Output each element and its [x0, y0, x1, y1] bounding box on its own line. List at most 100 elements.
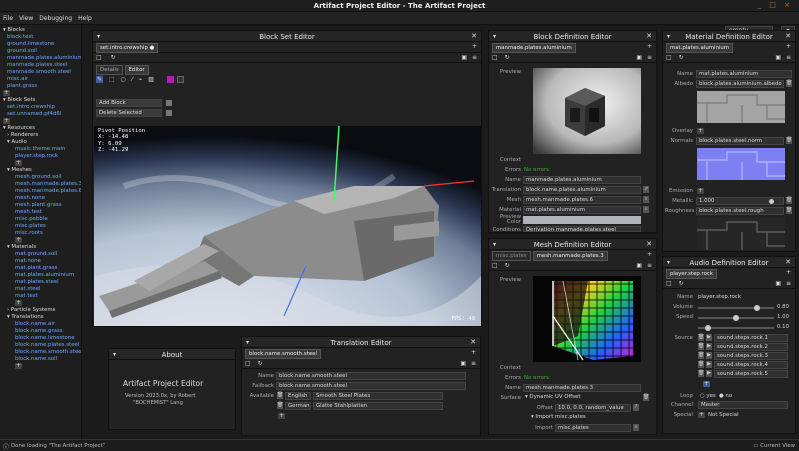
reload-icon[interactable]: ↻ — [679, 280, 684, 287]
save-icon[interactable]: ▣ — [460, 360, 466, 367]
speed-slider[interactable] — [698, 315, 774, 321]
tree-item-translation[interactable]: block.name.limestone — [3, 335, 78, 342]
tree-item-block[interactable]: ground.soil — [3, 48, 78, 55]
tree-item-block[interactable]: misc.air — [3, 76, 78, 83]
window-controls[interactable]: _ □ × — [758, 1, 793, 9]
current-view-label[interactable]: ▭ Current View — [753, 443, 795, 449]
add-tab-icon[interactable]: + — [786, 43, 791, 50]
new-icon[interactable]: □ — [666, 280, 672, 287]
albedo-texture[interactable] — [697, 91, 785, 123]
tab-details[interactable]: Details — [96, 65, 123, 75]
new-icon[interactable]: □ — [666, 54, 672, 61]
tree-item-mesh[interactable]: mesh.none — [3, 195, 78, 202]
search-icon[interactable]: ⌕ — [643, 206, 649, 213]
tree-item-material[interactable]: mat.plant.grass — [3, 265, 78, 272]
menu-view[interactable]: View — [16, 12, 36, 25]
name-field[interactable]: manmade.plates.aluminium — [523, 176, 641, 184]
add-tab-icon[interactable]: + — [786, 269, 791, 276]
remove-lang-icon[interactable]: 🗑 — [277, 392, 283, 399]
select-tool-icon[interactable]: ⬚ — [109, 76, 115, 83]
close-icon[interactable]: ✕ — [785, 258, 791, 266]
volume-slider[interactable] — [698, 305, 774, 311]
play-source-icon[interactable]: ▶ — [706, 334, 712, 341]
variation-slider[interactable] — [698, 325, 774, 331]
viewport-3d[interactable]: Pivot Position X: -14.48 Y: 6.09 Z: -41.… — [94, 126, 481, 326]
tree-resources-head[interactable]: ▾ Resources — [3, 125, 78, 132]
tree-item-material[interactable]: mat.steel — [3, 286, 78, 293]
tree-item-translation[interactable]: block.name.smooth.steel — [3, 349, 81, 356]
add-tab-icon[interactable]: + — [472, 43, 477, 50]
add-source-button[interactable]: + — [703, 381, 710, 387]
fill-tool-icon[interactable]: ▨ — [148, 76, 154, 83]
roughness-texture[interactable] — [697, 218, 785, 250]
save-icon[interactable]: ▣ — [775, 280, 781, 287]
tree-item-blockset[interactable]: set.unnamed.pf4d6l — [3, 111, 78, 118]
tree-blocksets-head[interactable]: ▾ Block Sets — [3, 97, 78, 104]
delete-source-icon[interactable]: 🗑 — [698, 343, 704, 350]
play-source-icon[interactable]: ▶ — [706, 361, 712, 368]
source-field[interactable]: sound.steps.rock.1 — [714, 334, 788, 342]
menu-icon[interactable]: ≡ — [786, 54, 791, 61]
close-icon[interactable]: ✕ — [785, 32, 791, 40]
add-tab-icon[interactable]: + — [647, 43, 652, 50]
close-icon[interactable]: ✕ — [646, 32, 652, 40]
albedo-field[interactable]: block.plates.aluminium.albedo — [696, 80, 784, 88]
delete-source-icon[interactable]: 🗑 — [698, 334, 704, 341]
tree-item-material[interactable]: mat.plates.steel — [3, 279, 78, 286]
add-tab-icon[interactable]: + — [647, 251, 652, 258]
add-special-button[interactable]: + — [698, 412, 705, 418]
delete-icon[interactable]: 🗑 — [786, 137, 792, 144]
tree-item-block[interactable]: manmade.plates.aluminium — [3, 55, 81, 62]
menu-icon[interactable]: ≡ — [472, 54, 477, 61]
tree-item-audio[interactable]: player.step.rock — [3, 153, 78, 160]
source-field[interactable]: sound.steps.rock.5 — [714, 370, 788, 378]
normals-field[interactable]: block.plates.steel.norm — [696, 137, 784, 145]
source-field[interactable]: sound.steps.rock.2 — [714, 343, 788, 351]
tree-item-block[interactable]: manmade.plates.steel — [3, 62, 78, 69]
name-field[interactable]: mesh.manmade.plates.3 — [523, 384, 641, 392]
add-language-button[interactable]: + — [278, 413, 285, 419]
loop-yes[interactable]: ○ yes — [700, 393, 716, 399]
name-field[interactable]: block.name.smooth.steel — [276, 372, 466, 380]
menu-icon[interactable]: ≡ — [471, 360, 476, 367]
blockset-tab[interactable]: set.intro.crewship ● — [96, 43, 159, 53]
delete-icon[interactable]: 🗑 — [786, 197, 792, 204]
tree-item-block[interactable]: ground.limestone — [3, 41, 78, 48]
new-icon[interactable]: □ — [492, 262, 498, 269]
tree-item-block[interactable]: block.test — [3, 34, 78, 41]
metallic-slider[interactable]: 1.000 — [696, 197, 784, 205]
tree-item-mesh[interactable]: mesh.plant.grass — [3, 202, 78, 209]
tree-item-translation[interactable]: block.name.air — [3, 321, 78, 328]
tree-item-mesh[interactable]: misc.plates — [3, 223, 78, 230]
tree-item-translation[interactable]: block.name.soil — [3, 356, 78, 363]
delete-icon[interactable]: 🗑 — [786, 80, 792, 87]
meshdef-tab[interactable]: mesh.manmade.plates.3 — [532, 251, 608, 261]
speed-knob[interactable] — [733, 315, 739, 321]
circle-tool-icon[interactable]: ○ — [121, 76, 126, 83]
save-icon[interactable]: ▣ — [636, 262, 642, 269]
new-icon[interactable]: □ — [492, 54, 498, 61]
pencil-tool-icon[interactable]: ✎ — [96, 76, 104, 83]
new-icon[interactable]: □ — [245, 360, 251, 367]
delete-source-icon[interactable]: 🗑 — [698, 352, 704, 359]
reload-icon[interactable]: ↻ — [679, 54, 684, 61]
tree-item-mesh[interactable]: mesh.ground.soil — [3, 174, 78, 181]
source-field[interactable]: sound.steps.rock.4 — [714, 361, 788, 369]
import-field[interactable]: misc.plates — [555, 424, 631, 432]
menu-icon[interactable]: ≡ — [647, 54, 652, 61]
add-emission-button[interactable]: + — [697, 188, 704, 194]
audiodef-tab[interactable]: player.step.rock — [666, 269, 718, 279]
close-icon[interactable]: ✕ — [471, 32, 477, 40]
delete-selected-button[interactable]: Delete Selected — [96, 109, 162, 117]
metallic-knob[interactable] — [769, 199, 774, 204]
eyedropper-tool-icon[interactable]: ⁄ — [132, 76, 133, 83]
play-source-icon[interactable]: ▶ — [706, 343, 712, 350]
roughness-field[interactable]: block.plates.steel.rough — [696, 207, 784, 215]
tree-meshes-head[interactable]: ▾ Meshes — [3, 167, 78, 174]
play-source-icon[interactable]: ▶ — [706, 370, 712, 377]
mesh-field[interactable]: mesh.manmade.plates.6 — [523, 196, 641, 204]
add-blockset-button[interactable]: + — [3, 118, 10, 124]
tree-particles-head[interactable]: › Particle Systems — [3, 307, 78, 314]
tree-item-mesh[interactable]: mesh.test — [3, 209, 78, 216]
material-field[interactable]: mat.plates.aluminium — [523, 206, 641, 214]
